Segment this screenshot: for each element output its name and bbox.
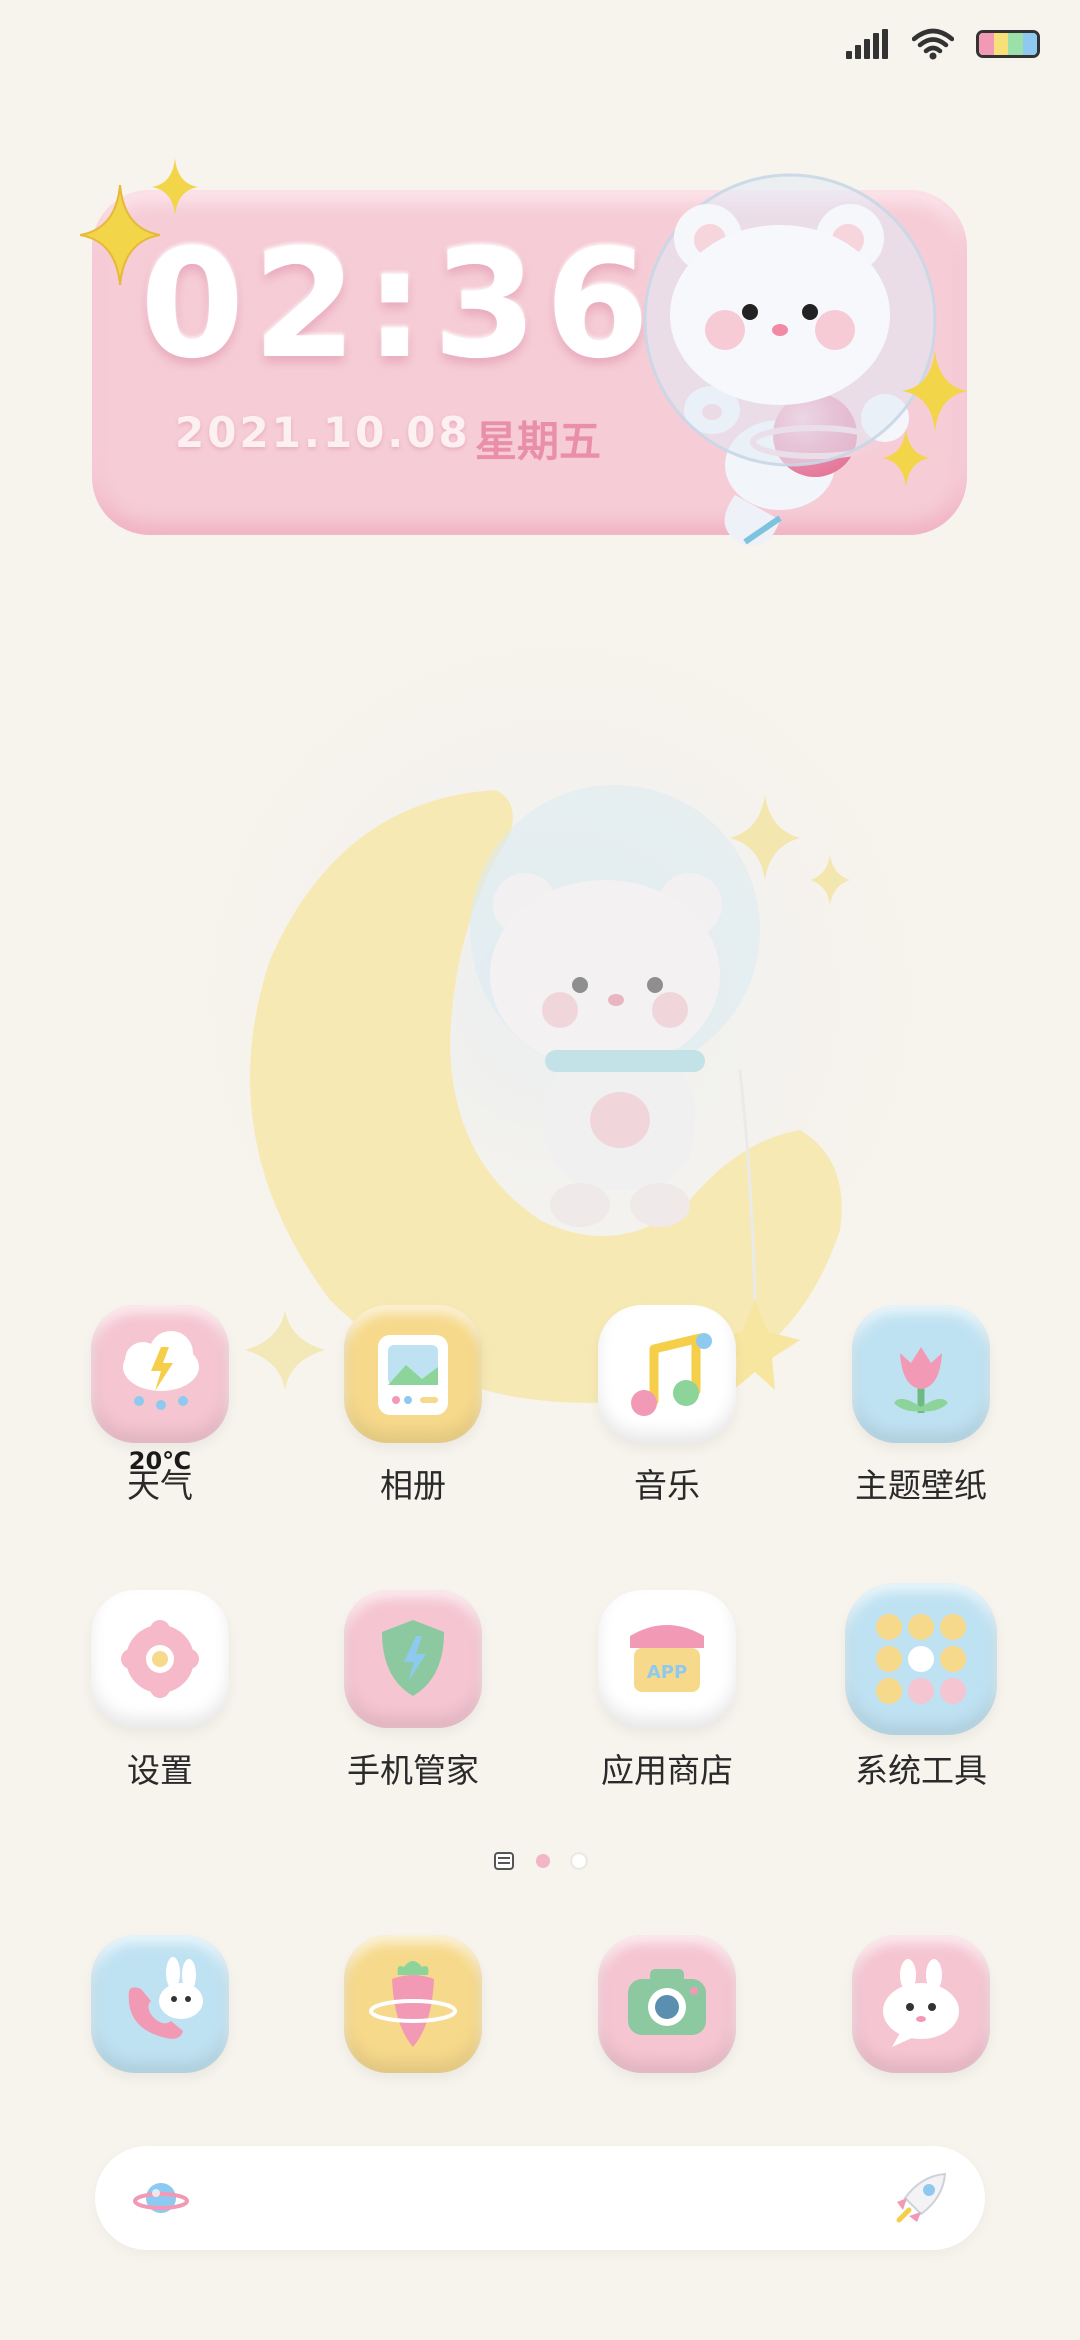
app-tools-folder[interactable]: 系统工具 (816, 1583, 1026, 1792)
app-label: 手机管家 (347, 1751, 479, 1790)
page-indicator[interactable] (0, 1852, 1080, 1870)
app-label: 设置 (127, 1751, 193, 1790)
app-themes[interactable]: 主题壁纸 (816, 1305, 1026, 1507)
svg-text:APP: APP (647, 1662, 687, 1683)
app-store[interactable]: APP 应用商店 (562, 1590, 772, 1792)
tools-folder-icon (845, 1583, 997, 1735)
shield-icon (344, 1590, 482, 1728)
cellular-signal-icon (846, 29, 888, 59)
sparkle-icon (152, 158, 198, 216)
carrot-planet-icon (344, 1935, 482, 2073)
battery-icon (976, 30, 1040, 58)
clock-date: 2021.10.08 (175, 408, 471, 457)
app-label: 系统工具 (855, 1751, 987, 1790)
sparkle-icon (902, 349, 968, 433)
clock-time: 02:36 (140, 218, 658, 392)
photo-frame-icon (344, 1305, 482, 1443)
weather-cloud-icon (91, 1305, 229, 1443)
search-bar[interactable] (95, 2146, 985, 2250)
gear-donut-icon (91, 1590, 229, 1728)
app-label: 主题壁纸 (855, 1466, 987, 1505)
wifi-icon (912, 28, 954, 60)
page-dot-active[interactable] (536, 1854, 550, 1868)
sparkle-icon (882, 428, 930, 488)
weather-temperature: 20℃ (128, 1447, 192, 1475)
status-bar (846, 28, 1040, 60)
app-label: 应用商店 (601, 1751, 733, 1790)
app-gallery[interactable]: 相册 (308, 1305, 518, 1507)
app-label: 音乐 (634, 1466, 700, 1505)
app-settings[interactable]: 设置 (55, 1590, 265, 1792)
clock-weekday: 星期五 (475, 417, 602, 466)
rocket-icon[interactable] (891, 2168, 951, 2228)
music-note-icon (598, 1305, 736, 1443)
app-security[interactable]: 手机管家 (308, 1590, 518, 1792)
app-store-icon: APP (598, 1590, 736, 1728)
planet-icon[interactable] (133, 2176, 189, 2220)
dock-browser[interactable] (308, 1935, 518, 2073)
phone-bunny-icon (91, 1935, 229, 2073)
tulip-icon (852, 1305, 990, 1443)
dock-camera[interactable] (562, 1935, 772, 2073)
dock-phone[interactable] (55, 1935, 265, 2073)
page-dot[interactable] (572, 1854, 586, 1868)
message-bunny-icon (852, 1935, 990, 2073)
page-list-icon[interactable] (494, 1852, 514, 1870)
app-label: 相册 (380, 1466, 446, 1505)
camera-icon (598, 1935, 736, 2073)
home-screen: 02:36 2021.10.08 星期五 20℃ 天气 相册 音乐 主题壁纸 设… (0, 0, 1080, 2340)
dock-messages[interactable] (816, 1935, 1026, 2073)
app-weather[interactable]: 20℃ 天气 (55, 1305, 265, 1507)
app-music[interactable]: 音乐 (562, 1305, 772, 1507)
